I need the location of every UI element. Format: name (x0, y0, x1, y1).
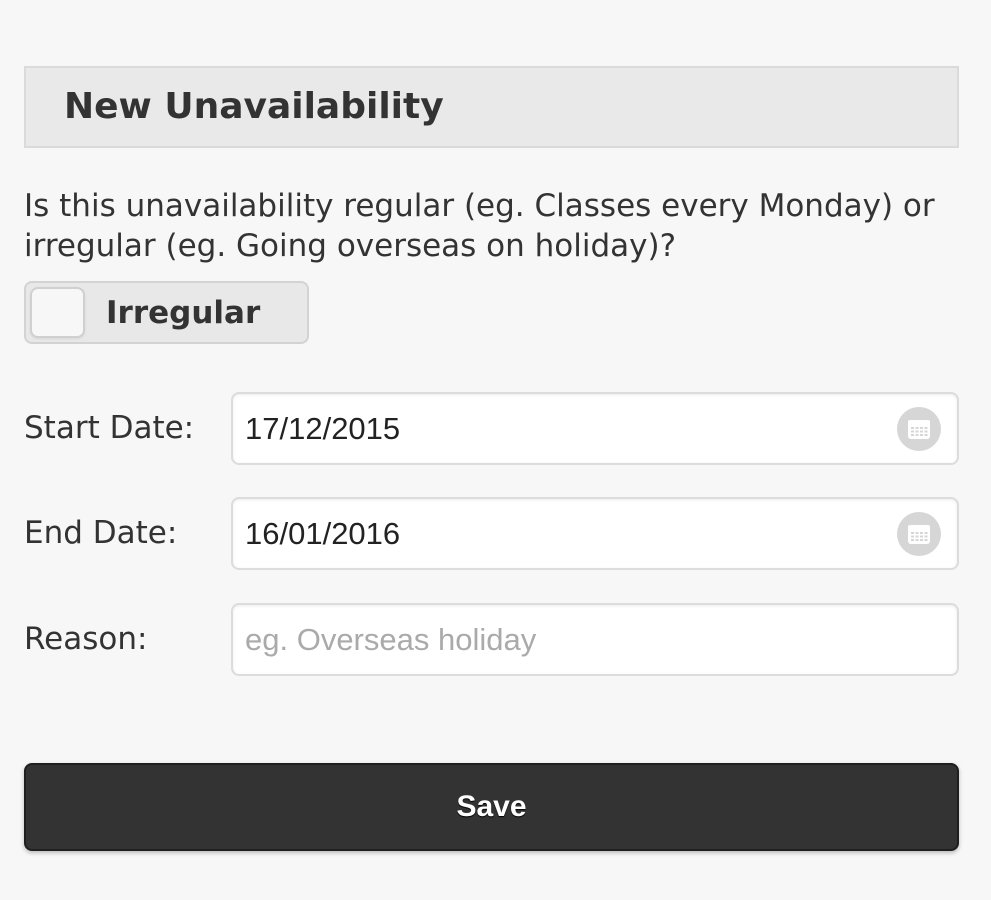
reason-label: Reason: (24, 621, 148, 657)
toggle-knob[interactable] (30, 287, 85, 338)
start-date-label: Start Date: (24, 410, 195, 446)
unavailability-type-question: Is this unavailability regular (eg. Clas… (24, 188, 935, 264)
end-date-field[interactable] (231, 497, 959, 570)
calendar-icon (908, 420, 930, 439)
reason-input[interactable] (245, 605, 945, 674)
reason-field[interactable] (231, 603, 959, 676)
page-header: New Unavailability (24, 66, 959, 148)
end-date-calendar-button[interactable] (897, 512, 941, 556)
toggle-label: Irregular (106, 295, 261, 331)
save-button[interactable]: Save (24, 763, 959, 851)
page-title: New Unavailability (64, 86, 444, 127)
start-date-field[interactable] (231, 392, 959, 465)
regular-irregular-toggle[interactable]: Irregular (24, 281, 309, 344)
save-button-label: Save (456, 790, 527, 823)
end-date-label: End Date: (24, 515, 178, 551)
calendar-icon (908, 525, 930, 544)
end-date-input[interactable] (245, 499, 885, 568)
new-unavailability-page: New Unavailability Is this unavailabilit… (0, 0, 991, 900)
start-date-calendar-button[interactable] (897, 407, 941, 451)
start-date-input[interactable] (245, 394, 885, 463)
